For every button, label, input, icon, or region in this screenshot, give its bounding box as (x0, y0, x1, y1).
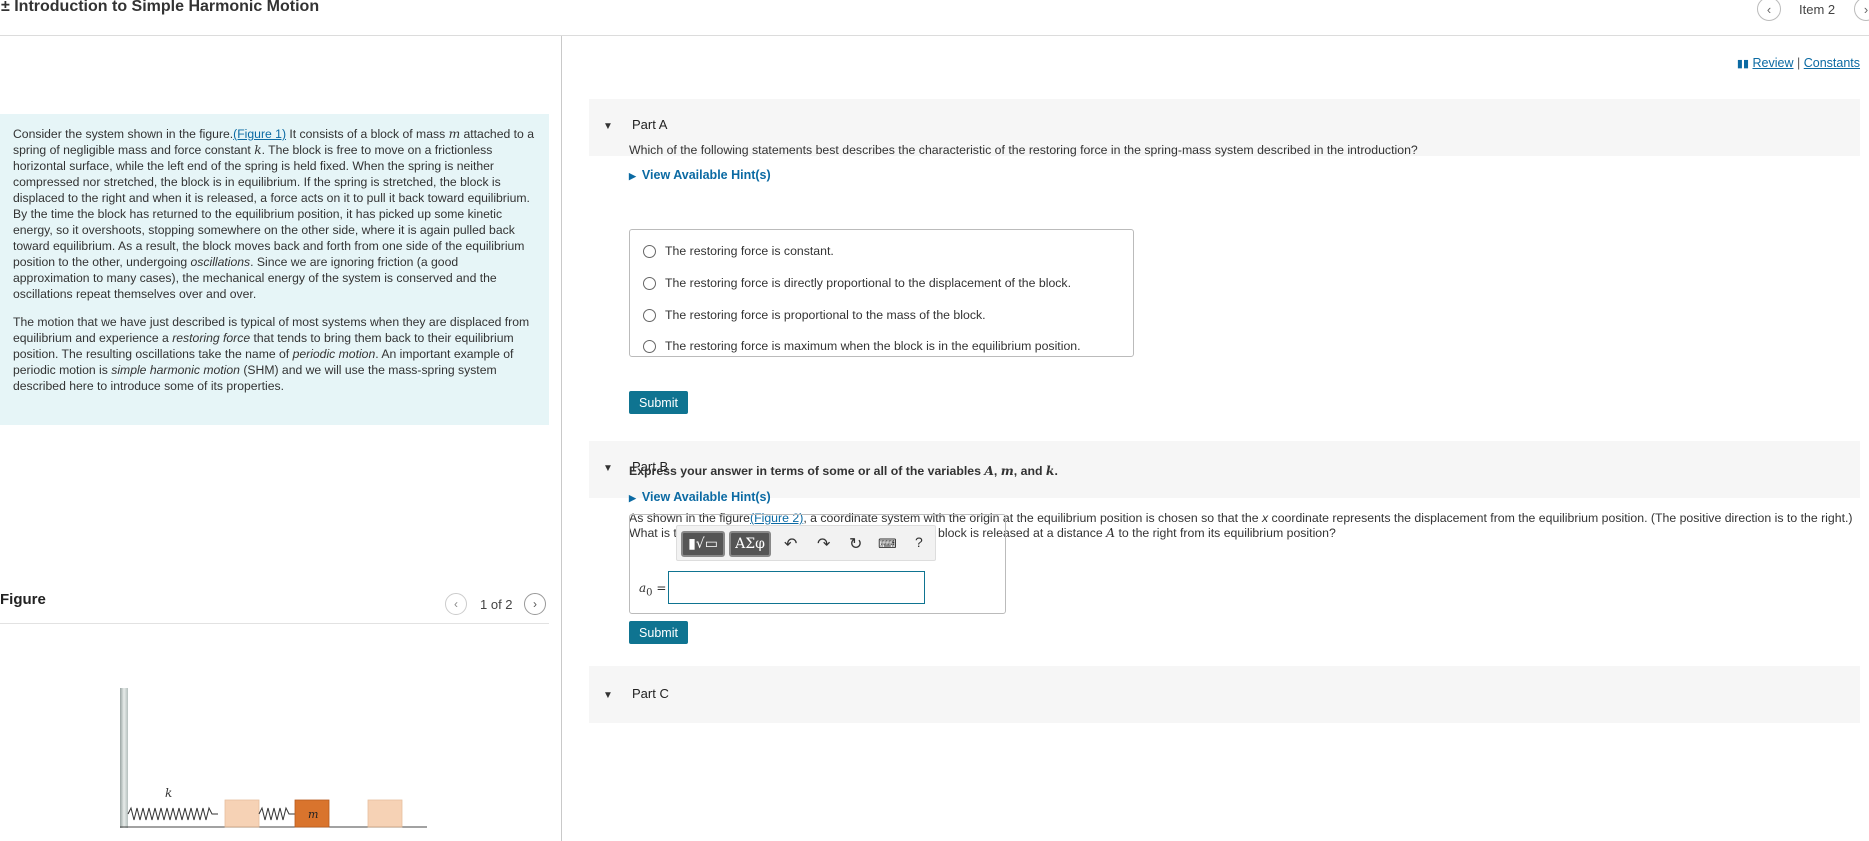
var-m: m (1000, 463, 1014, 478)
choice-label: The restoring force is proportional to t… (665, 308, 986, 322)
caret-right-icon: ▶ (629, 171, 636, 181)
chevron-left-icon: ‹ (1766, 1, 1772, 17)
chevron-right-icon: › (1863, 1, 1869, 17)
radio-button[interactable] (643, 276, 656, 290)
caret-down-icon: ▼ (603, 690, 613, 701)
intro-emphasis: simple harmonic motion (111, 363, 240, 377)
item-indicator: Item 2 (1799, 2, 1836, 17)
intro-emphasis: periodic motion (292, 347, 376, 361)
hint-label: View Available Hint(s) (641, 168, 771, 182)
templates-button[interactable]: ▮√▭ (681, 531, 725, 557)
hint-label: View Available Hint(s) (641, 490, 771, 504)
caret-right-icon: ▶ (629, 493, 636, 503)
instruction-text: Express your answer in terms of some or … (629, 464, 985, 478)
part-b-submit-button[interactable]: Submit (629, 621, 688, 644)
part-b-hint-toggle[interactable]: ▶ View Available Hint(s) (629, 490, 771, 504)
var-k: k (254, 143, 262, 157)
spring-label: k (165, 786, 172, 800)
choice-label: The restoring force is directly proporti… (665, 276, 1072, 290)
part-a-submit-button[interactable]: Submit (629, 391, 688, 414)
wall (120, 688, 128, 828)
part-c-title: Part C (632, 686, 669, 701)
instruction-text: , (993, 464, 1001, 478)
caret-down-icon: ▼ (603, 121, 613, 132)
review-link[interactable]: Review (1753, 56, 1794, 70)
constants-link[interactable]: Constants (1804, 56, 1860, 70)
book-icon: ▮▮ (1736, 58, 1750, 70)
caret-down-icon: ▼ (603, 463, 613, 474)
radio-button[interactable] (643, 244, 656, 258)
figure-1-link[interactable]: (Figure 1) (233, 127, 286, 141)
part-a-title: Part A (632, 117, 668, 132)
redo-icon[interactable]: ↷ (817, 534, 830, 554)
previous-item-button[interactable]: ‹ (1757, 0, 1781, 21)
intro-emphasis: oscillations (190, 255, 251, 269)
math-toolbar: ▮√▭ ΑΣφ ↶ ↷ ↻ ⌨ ? (676, 525, 936, 561)
keyboard-icon[interactable]: ⌨ (878, 536, 897, 552)
intro-emphasis: restoring force (172, 331, 251, 345)
choice-option[interactable]: The restoring force is directly proporti… (643, 276, 1071, 290)
radio-button[interactable] (643, 339, 656, 353)
undo-icon[interactable]: ↶ (784, 534, 797, 554)
introduction-pane: Consider the system shown in the figure.… (0, 36, 562, 841)
figure-counter: 1 of 2 (480, 597, 513, 612)
block-label: m (308, 808, 318, 821)
ghost-block-left (224, 799, 260, 828)
part-c-header[interactable]: ▼ Part C (589, 666, 1860, 723)
intro-text: Consider the system shown in the figure. (13, 127, 234, 141)
intro-text: It consists of a block of mass (286, 127, 449, 141)
intro-paragraph-2: The motion that we have just described i… (13, 314, 536, 394)
introduction-text: Consider the system shown in the figure.… (0, 114, 549, 425)
var-m: m (448, 127, 461, 141)
chevron-left-icon: ‹ (454, 597, 458, 611)
spring-mass-figure: k m (120, 688, 427, 828)
instruction-text: . (1054, 464, 1058, 478)
intro-paragraph-1: Consider the system shown in the figure.… (13, 126, 536, 302)
choice-option[interactable]: The restoring force is maximum when the … (643, 339, 1081, 353)
equals-sign: = (652, 581, 667, 595)
reset-icon[interactable]: ↻ (849, 534, 862, 554)
part-a-question: Which of the following statements best d… (629, 143, 1418, 157)
next-item-button[interactable]: › (1854, 0, 1869, 21)
figure-next-button[interactable]: › (524, 593, 546, 615)
choice-option[interactable]: The restoring force is constant. (643, 244, 834, 258)
choice-label: The restoring force is constant. (665, 244, 834, 258)
spring-coil-short (258, 806, 295, 821)
part-b-answer-box: ▮√▭ ΑΣφ ↶ ↷ ↻ ⌨ ? a0 = (629, 514, 1006, 614)
top-bar: ± Introduction to Simple Harmonic Motion… (0, 0, 1869, 36)
answer-input[interactable] (668, 571, 925, 604)
ghost-block-right (367, 799, 403, 828)
page-title: ± Introduction to Simple Harmonic Motion (1, 0, 320, 15)
review-constants-links: ▮▮ Review | Constants (1737, 56, 1860, 70)
links-separator: | (1796, 56, 1801, 70)
figure-heading: Figure (0, 591, 46, 608)
help-button[interactable]: ? (915, 534, 923, 550)
choice-option[interactable]: The restoring force is proportional to t… (643, 308, 986, 322)
instruction-text: , and (1013, 464, 1046, 478)
var-A: A (1106, 526, 1116, 540)
radio-button[interactable] (643, 308, 656, 322)
part-b-instructions: Express your answer in terms of some or … (629, 463, 1058, 478)
part-a-hint-toggle[interactable]: ▶ View Available Hint(s) (629, 168, 771, 182)
questions-pane: ▮▮ Review | Constants ▼ Part A Which of … (563, 36, 1869, 841)
choice-label: The restoring force is maximum when the … (665, 339, 1081, 353)
symbols-button[interactable]: ΑΣφ (729, 531, 771, 557)
spring-coil (127, 806, 218, 821)
chevron-right-icon: › (533, 597, 537, 611)
var-A: A (984, 463, 994, 478)
part-a-choices: The restoring force is constant. The res… (629, 229, 1134, 357)
figure-prev-button[interactable]: ‹ (445, 593, 467, 615)
intro-text: . The block is free to move on a frictio… (13, 143, 530, 269)
answer-label: a0 = (639, 581, 666, 598)
figure-divider (0, 623, 549, 624)
question-text: to the right from its equilibrium positi… (1115, 526, 1336, 540)
